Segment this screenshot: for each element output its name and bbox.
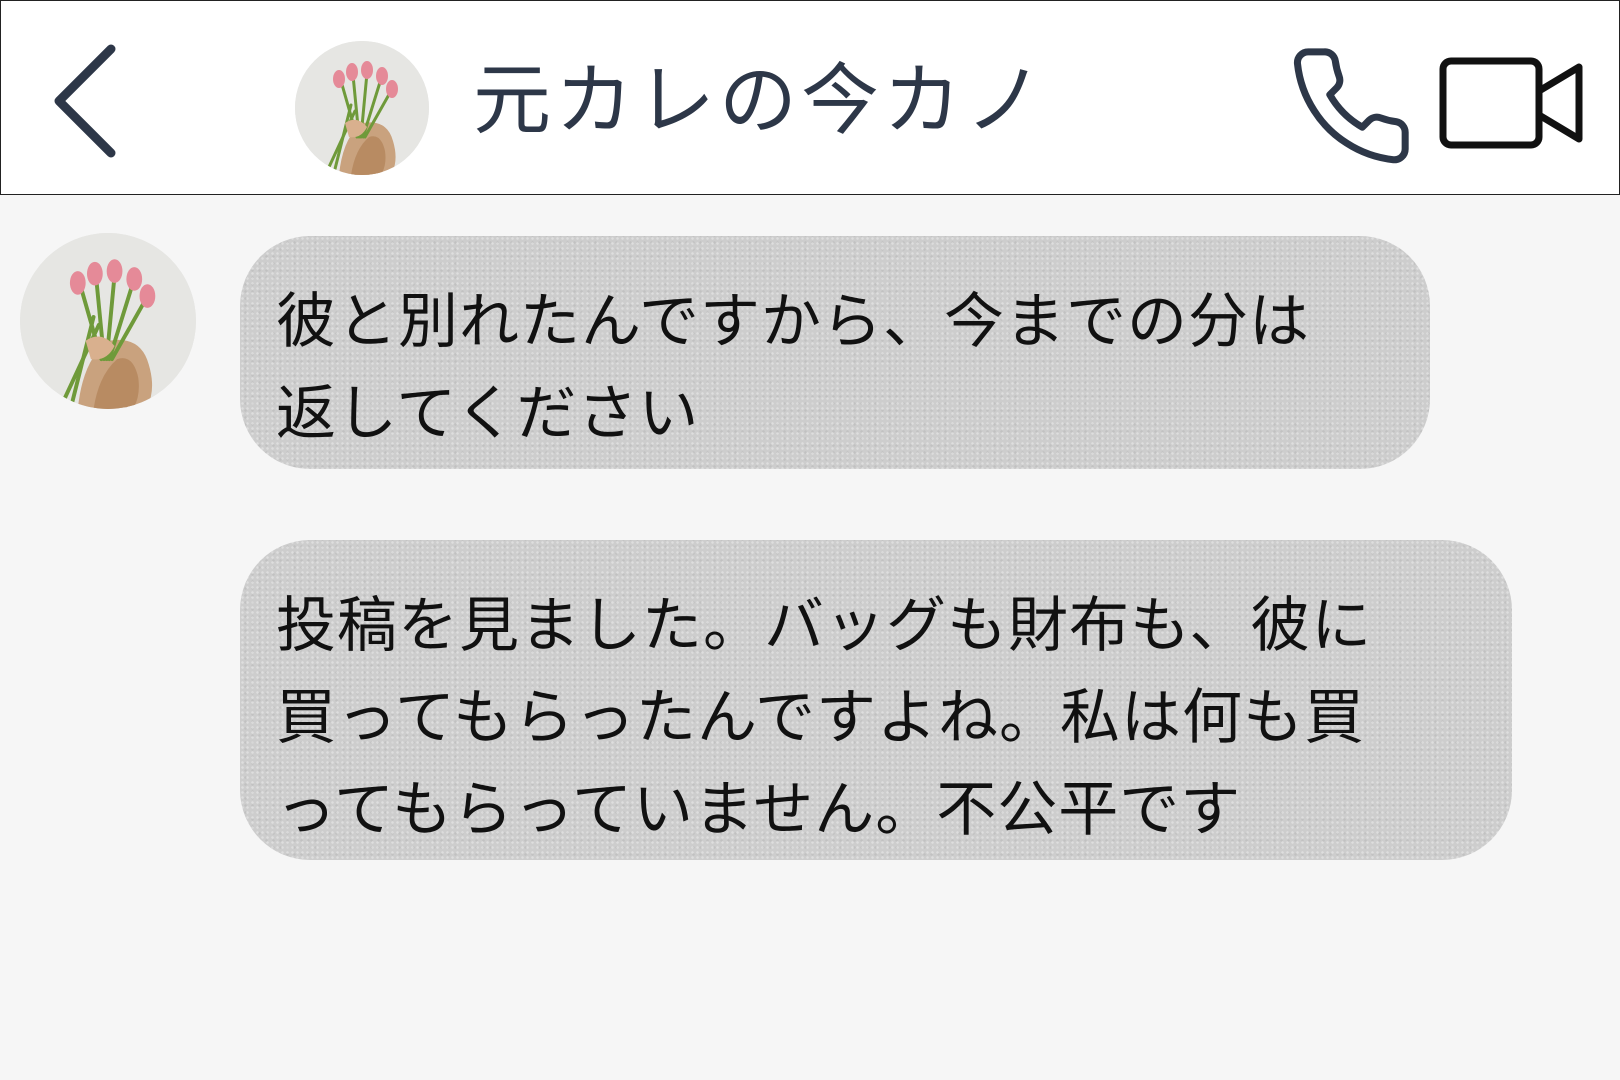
- message-bubble[interactable]: 投稿を見ました。バッグも財布も、彼に 買ってもらったんですよね。私は何も買 って…: [240, 540, 1512, 860]
- call-button[interactable]: [1286, 41, 1416, 171]
- tulip-bouquet-image: [295, 41, 429, 175]
- video-call-button[interactable]: [1439, 53, 1591, 153]
- message-bubble[interactable]: 彼と別れたんですから、今までの分は 返してください: [240, 236, 1430, 469]
- video-camera-icon: [1439, 57, 1583, 149]
- phone-icon: [1293, 48, 1409, 164]
- tulip-bouquet-image: [20, 233, 196, 409]
- message-text: 彼と別れたんですから、今までの分は 返してください: [276, 287, 1310, 449]
- chat-header: 元カレの今カノ: [0, 0, 1620, 195]
- message-text: 投稿を見ました。バッグも財布も、彼に 買ってもらったんですよね。私は何も買 って…: [276, 591, 1373, 845]
- chat-title: 元カレの今カノ: [473, 56, 1048, 146]
- contact-avatar[interactable]: [295, 41, 429, 175]
- sender-avatar[interactable]: [20, 233, 196, 409]
- back-button[interactable]: [41, 39, 131, 159]
- chevron-left-icon: [54, 44, 116, 158]
